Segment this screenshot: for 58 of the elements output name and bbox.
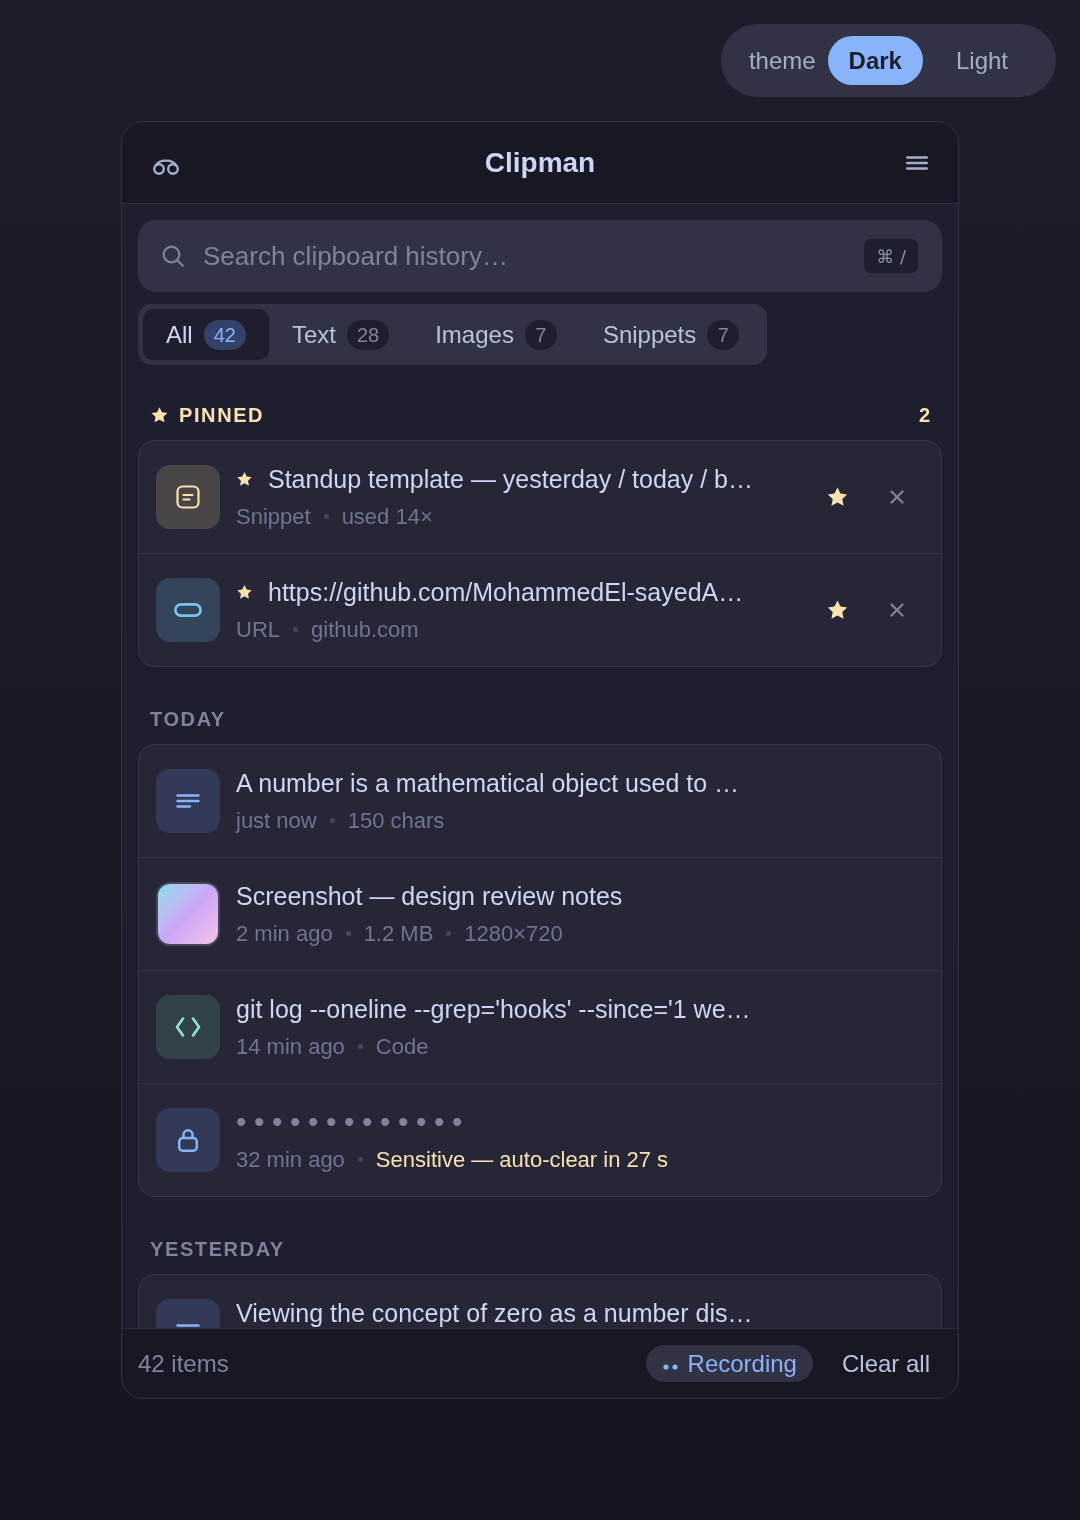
clip-title: git log --oneline --grep='hooks' --since='1 we… [236,994,751,1024]
app-title: Clipman [484,145,596,180]
star-icon [236,470,253,488]
note-icon [156,465,220,529]
count-badge: 28 [346,319,390,350]
masked-text: ••••••••••••• [236,1107,471,1137]
filter-tab[interactable]: Text 28 [268,309,413,360]
menu-button[interactable] [906,155,928,170]
count-badge: 7 [524,319,557,350]
dots-icon [662,1363,678,1370]
theme-button[interactable]: Dark [827,36,923,85]
code-icon [156,995,220,1059]
shortcut-key: ⌘ / [864,239,918,273]
link-icon [156,578,220,642]
clear-all-button[interactable]: Clear all [829,1345,942,1382]
clip-meta: Snippet [236,502,311,531]
star-icon [150,405,169,425]
clip-meta: 2 min ago [236,919,333,948]
filter-tab[interactable]: All 42 [143,309,269,360]
clip-meta: Code [375,1032,429,1061]
section-label: YESTERDAY [150,1237,285,1261]
warning-text: Sensitive — auto-clear in 27 s [375,1145,669,1174]
clip-title: Screenshot — design review notes [236,881,623,911]
clip-title: A number is a mathematical object used to … [236,768,740,798]
count-badge: 42 [203,319,246,350]
close-icon [890,490,904,504]
star-icon [236,583,253,601]
clip-meta: URL [236,615,280,644]
text-lines-icon [156,769,220,833]
theme-label: theme [748,45,816,76]
recording-status[interactable]: Recording [645,1345,813,1382]
menu-icon [906,155,928,170]
search-input[interactable]: Search clipboard history… [203,236,846,276]
section-label: TODAY [150,707,226,731]
section-label: PINNED [179,403,265,427]
close-icon [890,603,904,617]
filter-tab[interactable]: Images 7 [412,309,580,360]
clip-title: Standup template — yesterday / today / b… [268,464,753,494]
clip-meta: 32 min ago [236,1145,345,1174]
clip-meta: github.com [311,615,419,644]
clip-meta: 1280×720 [464,919,563,948]
item-count: 42 items [138,1348,229,1379]
clip-meta: used 14× [341,502,433,531]
filter-tab[interactable]: Snippets 7 [579,309,763,360]
theme-button[interactable]: Light [934,36,1029,85]
count-badge: 7 [707,319,740,350]
clip-meta: 1.2 MB [363,919,434,948]
search-icon [162,245,184,267]
search-field[interactable]: Search clipboard history… ⌘ / [138,220,942,292]
lock-icon [156,1108,220,1172]
glasses-icon [152,156,180,175]
section-count: 2 [918,403,930,427]
clip-title: Viewing the concept of zero as a number dis… [236,1298,753,1328]
image-thumbnail [156,882,220,946]
clip-meta: 150 chars [347,806,445,835]
clip-meta: 14 min ago [236,1032,345,1061]
clip-title: https://github.com/MohammedEl-sayedA… [268,577,744,607]
clip-meta: just now [236,806,317,835]
